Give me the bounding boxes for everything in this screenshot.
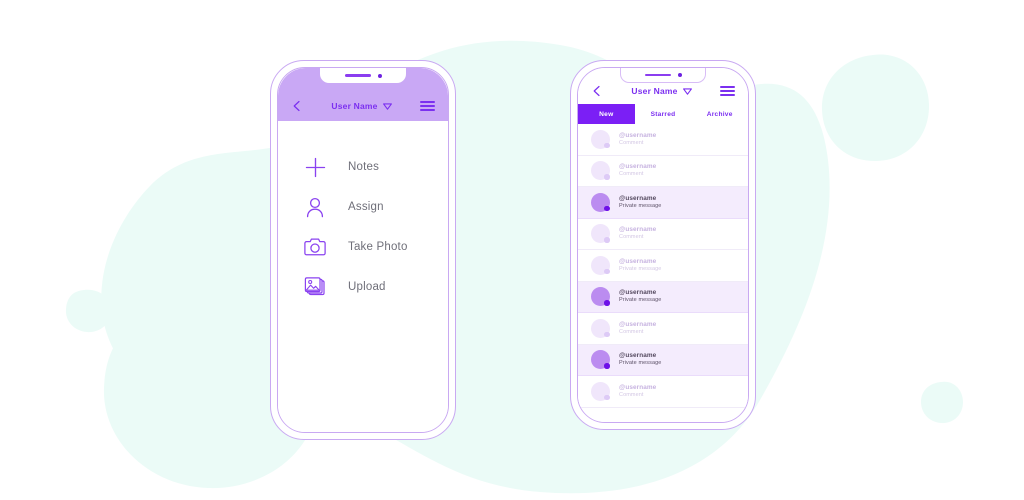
menu-item-label: Notes bbox=[348, 161, 380, 173]
background-blobs bbox=[65, 40, 963, 494]
phone-mockup-menu: User Name Notes Assign Take Photo Upload bbox=[270, 60, 456, 440]
menu-item-upload[interactable]: Upload bbox=[278, 267, 448, 307]
status-dot-icon bbox=[604, 300, 610, 306]
avatar bbox=[591, 224, 610, 244]
inbox-list: @username Comment @username Comment @use… bbox=[578, 124, 748, 422]
list-item-user: @username bbox=[619, 383, 657, 391]
list-item-subtitle: Private message bbox=[619, 202, 662, 209]
status-dot-icon bbox=[604, 237, 610, 243]
list-item-user: @username bbox=[619, 226, 657, 234]
list-item-subtitle: Comment bbox=[619, 139, 644, 146]
tab-starred[interactable]: Starred bbox=[635, 104, 692, 124]
list-item-subtitle: Private message bbox=[619, 297, 662, 304]
list-item[interactable]: @username Comment bbox=[578, 313, 748, 345]
avatar bbox=[591, 161, 610, 181]
menu-item-label: Assign bbox=[348, 201, 384, 213]
inbox-header-bar: User Name bbox=[578, 68, 748, 104]
camera-dot-icon bbox=[677, 73, 682, 77]
phone-screen-inbox: User Name New Starred Archive @username … bbox=[577, 67, 749, 423]
hamburger-icon[interactable] bbox=[420, 100, 435, 112]
status-dot-icon bbox=[604, 331, 610, 338]
blob-small-left bbox=[65, 289, 112, 333]
avatar bbox=[591, 192, 610, 212]
status-dot-icon bbox=[604, 363, 610, 369]
tab-archive[interactable]: Archive bbox=[691, 104, 748, 124]
list-item[interactable]: @username Comment bbox=[578, 218, 748, 250]
menu-header-bar: User Name bbox=[278, 68, 448, 121]
person-icon bbox=[302, 194, 328, 220]
status-dot-icon bbox=[604, 142, 610, 149]
list-item-subtitle: Comment bbox=[619, 328, 644, 335]
speaker-icon bbox=[344, 74, 371, 77]
list-item-subtitle: Comment bbox=[619, 234, 644, 241]
speaker-icon bbox=[644, 73, 671, 77]
list-item-subtitle: Private message bbox=[619, 265, 662, 272]
menu-title-text: User Name bbox=[331, 101, 378, 111]
list-item[interactable]: @username Comment bbox=[578, 376, 748, 408]
list-item-user: @username bbox=[619, 194, 657, 202]
tab-label: Archive bbox=[706, 110, 733, 118]
list-item[interactable]: @username Private message bbox=[578, 250, 748, 282]
status-dot-icon bbox=[604, 268, 610, 275]
list-item[interactable]: @username Comment bbox=[578, 124, 748, 156]
image-stack-icon bbox=[302, 274, 328, 300]
menu-item-notes[interactable]: Notes bbox=[278, 147, 448, 187]
chevron-left-icon[interactable] bbox=[291, 100, 303, 112]
menu-navbar: User Name bbox=[278, 91, 448, 121]
menu-title-dropdown[interactable]: User Name bbox=[303, 101, 420, 111]
tab-label: New bbox=[599, 110, 614, 118]
blob-bottom-right bbox=[921, 381, 963, 424]
menu-list: Notes Assign Take Photo Upload bbox=[278, 121, 448, 432]
inbox-title-dropdown[interactable]: User Name bbox=[603, 86, 720, 96]
list-item-user: @username bbox=[619, 257, 657, 265]
list-item[interactable]: @username Private message bbox=[578, 281, 748, 313]
avatar bbox=[591, 318, 610, 338]
list-item-subtitle: Comment bbox=[619, 171, 644, 178]
phone-notch bbox=[320, 68, 406, 83]
camera-icon bbox=[302, 234, 328, 260]
status-dot-icon bbox=[604, 174, 610, 180]
tab-label: Starred bbox=[650, 110, 676, 118]
plus-icon bbox=[302, 154, 328, 180]
phone-screen-menu: User Name Notes Assign Take Photo Upload bbox=[277, 67, 449, 433]
menu-item-label: Take Photo bbox=[348, 241, 408, 253]
blob-top-right bbox=[821, 54, 930, 162]
menu-item-label: Upload bbox=[348, 281, 386, 293]
status-dot-icon bbox=[604, 205, 610, 212]
avatar bbox=[591, 350, 610, 370]
chevron-left-icon[interactable] bbox=[591, 85, 603, 97]
list-item-user: @username bbox=[619, 352, 657, 360]
hamburger-icon[interactable] bbox=[720, 85, 735, 97]
list-item-subtitle: Private message bbox=[619, 360, 662, 367]
list-item-user: @username bbox=[619, 163, 657, 171]
list-item[interactable]: @username Comment bbox=[578, 155, 748, 187]
avatar bbox=[591, 287, 610, 307]
illustration-canvas: User Name Notes Assign Take Photo Upload… bbox=[0, 0, 1024, 500]
list-item-user: @username bbox=[619, 320, 657, 328]
avatar bbox=[591, 255, 610, 275]
list-item[interactable]: @username Private message bbox=[578, 344, 748, 376]
avatar bbox=[591, 381, 610, 401]
list-item[interactable]: @username Private message bbox=[578, 187, 748, 219]
inbox-tabs: New Starred Archive bbox=[578, 104, 748, 124]
menu-item-take-photo[interactable]: Take Photo bbox=[278, 227, 448, 267]
inbox-title-text: User Name bbox=[631, 86, 678, 96]
chevron-down-icon bbox=[682, 87, 692, 95]
avatar bbox=[591, 129, 610, 149]
phone-mockup-inbox: User Name New Starred Archive @username … bbox=[570, 60, 756, 430]
chevron-down-icon bbox=[382, 102, 392, 110]
phone-notch bbox=[620, 68, 706, 83]
list-item-subtitle: Comment bbox=[619, 391, 644, 398]
tab-new[interactable]: New bbox=[578, 104, 635, 124]
list-item-user: @username bbox=[619, 289, 657, 297]
menu-item-assign[interactable]: Assign bbox=[278, 187, 448, 227]
list-item-user: @username bbox=[619, 131, 657, 139]
status-dot-icon bbox=[604, 394, 610, 401]
camera-dot-icon bbox=[377, 73, 382, 78]
